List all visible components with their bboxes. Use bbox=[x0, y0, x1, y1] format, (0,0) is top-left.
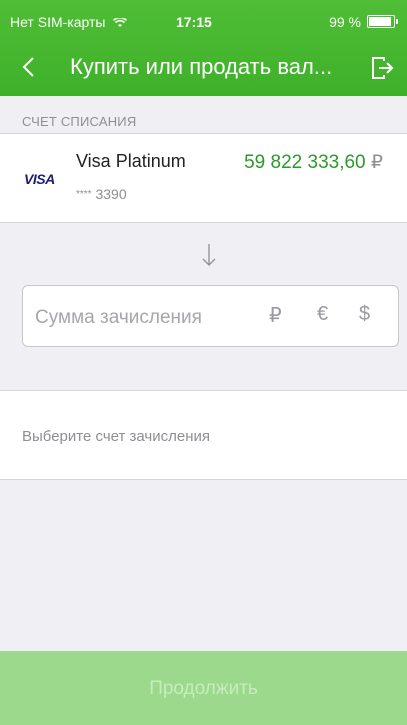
balance-amount: 59 822 333,60 bbox=[244, 152, 366, 173]
credit-account-selector[interactable]: Выберите счет зачисления bbox=[0, 390, 407, 480]
balance-currency: ₽ bbox=[370, 152, 383, 173]
continue-label: Продолжить bbox=[149, 678, 258, 699]
nav-bar: Купить или продать вал... bbox=[0, 44, 407, 92]
arrow-down-icon bbox=[202, 244, 216, 266]
page-title: Купить или продать вал... bbox=[70, 54, 333, 79]
currency-eur-button[interactable]: € bbox=[317, 303, 328, 326]
amount-input[interactable] bbox=[33, 304, 257, 332]
logout-icon[interactable] bbox=[369, 55, 395, 81]
amount-field[interactable]: ₽ € $ bbox=[22, 285, 399, 347]
battery-icon bbox=[367, 15, 398, 28]
currency-usd-button[interactable]: $ bbox=[359, 303, 370, 326]
carrier-text: Нет SIM-карты bbox=[10, 14, 106, 30]
account-number-last4: 3390 bbox=[95, 186, 127, 202]
battery-percent: 99 % bbox=[329, 14, 361, 30]
account-name: Visa Platinum bbox=[76, 151, 186, 171]
credit-account-placeholder: Выберите счет зачисления bbox=[22, 428, 210, 445]
continue-button[interactable]: Продолжить bbox=[0, 651, 407, 725]
visa-logo: VISA bbox=[24, 171, 55, 187]
debit-section-label: СЧЕТ СПИСАНИЯ bbox=[22, 114, 137, 129]
chevron-left-icon[interactable] bbox=[16, 54, 42, 80]
account-balance: 59 822 333,60 ₽ bbox=[244, 151, 383, 174]
carrier-label: Нет SIM-карты bbox=[10, 14, 128, 30]
wifi-icon bbox=[113, 18, 128, 27]
clock: 17:15 bbox=[176, 14, 212, 30]
status-bar: Нет SIM-карты 17:15 99 % bbox=[0, 0, 407, 38]
account-number-mask: **** bbox=[76, 189, 92, 200]
header: Нет SIM-карты 17:15 99 % Купить или прод… bbox=[0, 0, 407, 96]
currency-rub-button[interactable]: ₽ bbox=[269, 303, 282, 328]
debit-account-card[interactable]: VISA Visa Platinum **** 3390 59 822 333,… bbox=[0, 133, 407, 223]
account-number: **** 3390 bbox=[76, 186, 127, 202]
